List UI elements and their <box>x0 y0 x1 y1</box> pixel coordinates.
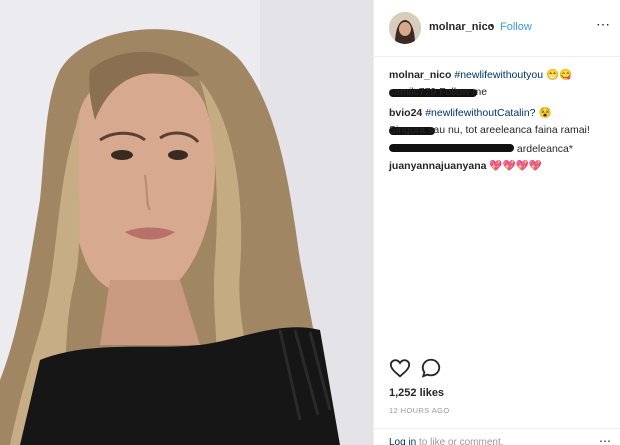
login-prompt: Log in to like or comment. <box>389 437 504 445</box>
comment-item: Singura sau nu, tot areeleanca faina ram… <box>389 123 614 138</box>
redaction-bar <box>389 144 514 153</box>
comment-item: samilc779 Follow me <box>389 85 614 100</box>
more-options-icon[interactable]: ⋯ <box>596 16 611 33</box>
separator-dot: • <box>490 20 494 32</box>
emoji: 😁😋 <box>546 69 573 81</box>
hashtag-link[interactable]: #newlifewithoutyou <box>454 69 543 81</box>
heart-icon[interactable] <box>389 357 411 379</box>
comment-username[interactable]: bvio24 <box>389 107 422 119</box>
post-side-panel: molnar_nico • Follow ⋯ molnar_nico #newl… <box>373 0 620 445</box>
comment-username[interactable]: juanyannajuanyana <box>389 160 486 172</box>
hashtag-link[interactable]: #newlifewithoutCatalin? <box>425 107 535 119</box>
avatar[interactable] <box>389 12 421 44</box>
emoji: 😵 <box>538 107 552 119</box>
comment-item: molnar_nico #newlifewithoutyou 😁😋 <box>389 68 614 83</box>
login-link[interactable]: Log in <box>389 437 416 445</box>
comment-text: samilc779 Follow me <box>389 86 488 98</box>
comment-item: bvio24 #newlifewithoutCatalin? 😵 <box>389 106 614 121</box>
comment-username[interactable]: molnar_nico <box>389 69 451 81</box>
author-username[interactable]: molnar_nico <box>429 21 494 33</box>
follow-button[interactable]: Follow <box>500 21 532 33</box>
post-photo[interactable] <box>0 0 373 445</box>
post-actions <box>389 357 609 381</box>
comment-text: ardeleanca* <box>516 143 573 155</box>
comment-item: juanyannajuanyana 💖💖💖💖 <box>389 159 614 174</box>
post-timestamp: 12 HOURS AGO <box>389 406 450 415</box>
comment-item: ardeleanca* <box>389 142 614 157</box>
like-count[interactable]: 1,252 likes <box>389 387 444 399</box>
comment-bubble-icon[interactable] <box>420 357 442 379</box>
login-prompt-text: to like or comment. <box>419 437 504 445</box>
post-header: molnar_nico • Follow ⋯ <box>374 0 620 57</box>
comments-list: molnar_nico #newlifewithoutyou 😁😋 samilc… <box>389 68 614 176</box>
emoji: 💖💖💖💖 <box>489 160 542 172</box>
login-prompt-bar: Log in to like or comment. ⋯ <box>374 428 620 445</box>
comment-text: Singura sau nu, tot areeleanca faina ram… <box>389 124 590 136</box>
more-options-icon[interactable]: ⋯ <box>599 434 611 445</box>
